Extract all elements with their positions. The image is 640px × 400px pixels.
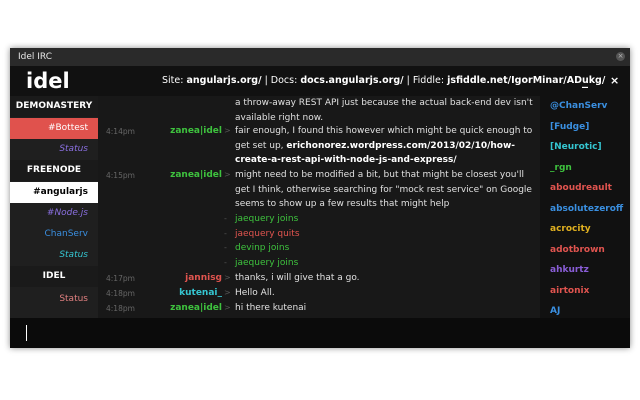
message-arrow: -: [224, 214, 227, 223]
server-header[interactable]: DEMONASTERY: [10, 96, 98, 117]
sidebar-item-status[interactable]: Status: [10, 245, 98, 266]
app-header: idel Site: angularjs.org/ | Docs: docs.a…: [10, 66, 630, 96]
message-arrow: -: [224, 258, 227, 267]
message-part: jaequery joins: [235, 258, 299, 268]
topic-docs-label: | Docs:: [261, 75, 301, 86]
message-part: a throw-away REST API just because the a…: [235, 98, 533, 123]
message-timestamp: 4:18pm: [106, 304, 135, 313]
topic-docs-link[interactable]: docs.angularjs.org/: [300, 75, 403, 86]
text-caret: [26, 325, 27, 341]
message-nick[interactable]: kutenai_: [179, 288, 222, 298]
message-part: Hello All.: [235, 288, 275, 298]
message-nick[interactable]: zanea|idel: [170, 170, 222, 180]
message-text: jaequery quits: [235, 227, 533, 242]
message-nick[interactable]: zanea|idel: [170, 126, 222, 136]
user-list-item[interactable]: [Fudge]: [550, 122, 589, 132]
user-list-item[interactable]: acrocity: [550, 224, 591, 234]
sidebar-item-status[interactable]: Status: [10, 139, 98, 160]
topic-site-label: Site:: [162, 75, 187, 86]
message-arrow: >: [224, 303, 231, 312]
server-header[interactable]: IDEL: [10, 266, 98, 287]
message-arrow: >: [224, 126, 231, 135]
message-input[interactable]: [10, 318, 630, 348]
message-text: thanks, i will give that a go.: [235, 271, 533, 286]
minimize-icon[interactable]: _: [582, 66, 588, 96]
user-list-item[interactable]: _rgn: [550, 163, 572, 173]
user-list-item[interactable]: @ChanServ: [550, 101, 607, 111]
sidebar-item-status[interactable]: Status: [10, 289, 98, 310]
user-list-item[interactable]: airtonix: [550, 286, 589, 296]
message-arrow: -: [224, 243, 227, 252]
message-part: jaequery joins: [235, 214, 299, 224]
message-text: hi there kutenai: [235, 301, 533, 316]
window-title: Idel IRC: [18, 52, 53, 62]
topic-site-link[interactable]: angularjs.org/: [186, 75, 261, 86]
message-arrow: >: [224, 288, 231, 297]
message-timestamp: 4:15pm: [106, 171, 135, 180]
message-text: might need to be modified a bit, but tha…: [235, 168, 533, 212]
user-list-item[interactable]: ahkurtz: [550, 265, 589, 275]
message-nick[interactable]: jannisg: [185, 273, 222, 283]
server-header[interactable]: FREENODE: [10, 160, 98, 181]
user-list: @ChanServ [Fudge] [Neurotic] _rgn aboudreaul…: [540, 96, 630, 318]
message-log: a throw-away REST API just because the a…: [98, 96, 540, 318]
message-arrow: -: [224, 229, 227, 238]
message-text: jaequery joins: [235, 256, 533, 271]
message-nick[interactable]: zanea|idel: [170, 303, 222, 313]
app-window: Idel IRC × idel Site: angularjs.org/ | D…: [10, 48, 630, 348]
sidebar-item-channel[interactable]: #angularjs: [10, 182, 98, 203]
user-list-item[interactable]: absolutezeroff: [550, 204, 623, 214]
sidebar-item-channel[interactable]: #Bottest: [10, 118, 98, 139]
message-timestamp: 4:18pm: [106, 289, 135, 298]
message-text: jaequery joins: [235, 212, 533, 227]
message-text: a throw-away REST API just because the a…: [235, 96, 533, 125]
channel-topic: Site: angularjs.org/ | Docs: docs.angula…: [162, 66, 605, 96]
message-arrow: >: [224, 273, 231, 282]
window-titlebar: Idel IRC ×: [10, 48, 630, 66]
sidebar-item-channel[interactable]: ChanServ: [10, 224, 98, 245]
message-text: Hello All.: [235, 286, 533, 301]
message-part: jaequery quits: [235, 229, 300, 239]
message-timestamp: 4:14pm: [106, 127, 135, 136]
app-logo: idel: [26, 69, 70, 93]
message-part: hi there kutenai: [235, 303, 307, 313]
user-list-item[interactable]: AJ: [550, 306, 560, 316]
message-timestamp: 4:17pm: [106, 274, 135, 283]
sidebar-item-channel[interactable]: #Node.js: [10, 203, 98, 224]
message-text: devinp joins: [235, 241, 533, 256]
user-list-item[interactable]: aboudreault: [550, 183, 612, 193]
window-close-icon[interactable]: ×: [616, 52, 625, 61]
channel-sidebar: DEMONASTERY #Bottest Status FREENODE #angula…: [10, 96, 98, 318]
message-part: might need to be modified a bit, but tha…: [235, 170, 532, 209]
topic-fiddle-label: | Fiddle:: [403, 75, 448, 86]
user-list-item[interactable]: [Neurotic]: [550, 142, 602, 152]
message-text: fair enough, I found this however which …: [235, 124, 533, 168]
user-list-item[interactable]: adotbrown: [550, 245, 605, 255]
message-part: thanks, i will give that a go.: [235, 273, 360, 283]
message-part: devinp joins: [235, 243, 290, 253]
message-arrow: >: [224, 170, 231, 179]
close-icon[interactable]: ×: [610, 66, 619, 96]
